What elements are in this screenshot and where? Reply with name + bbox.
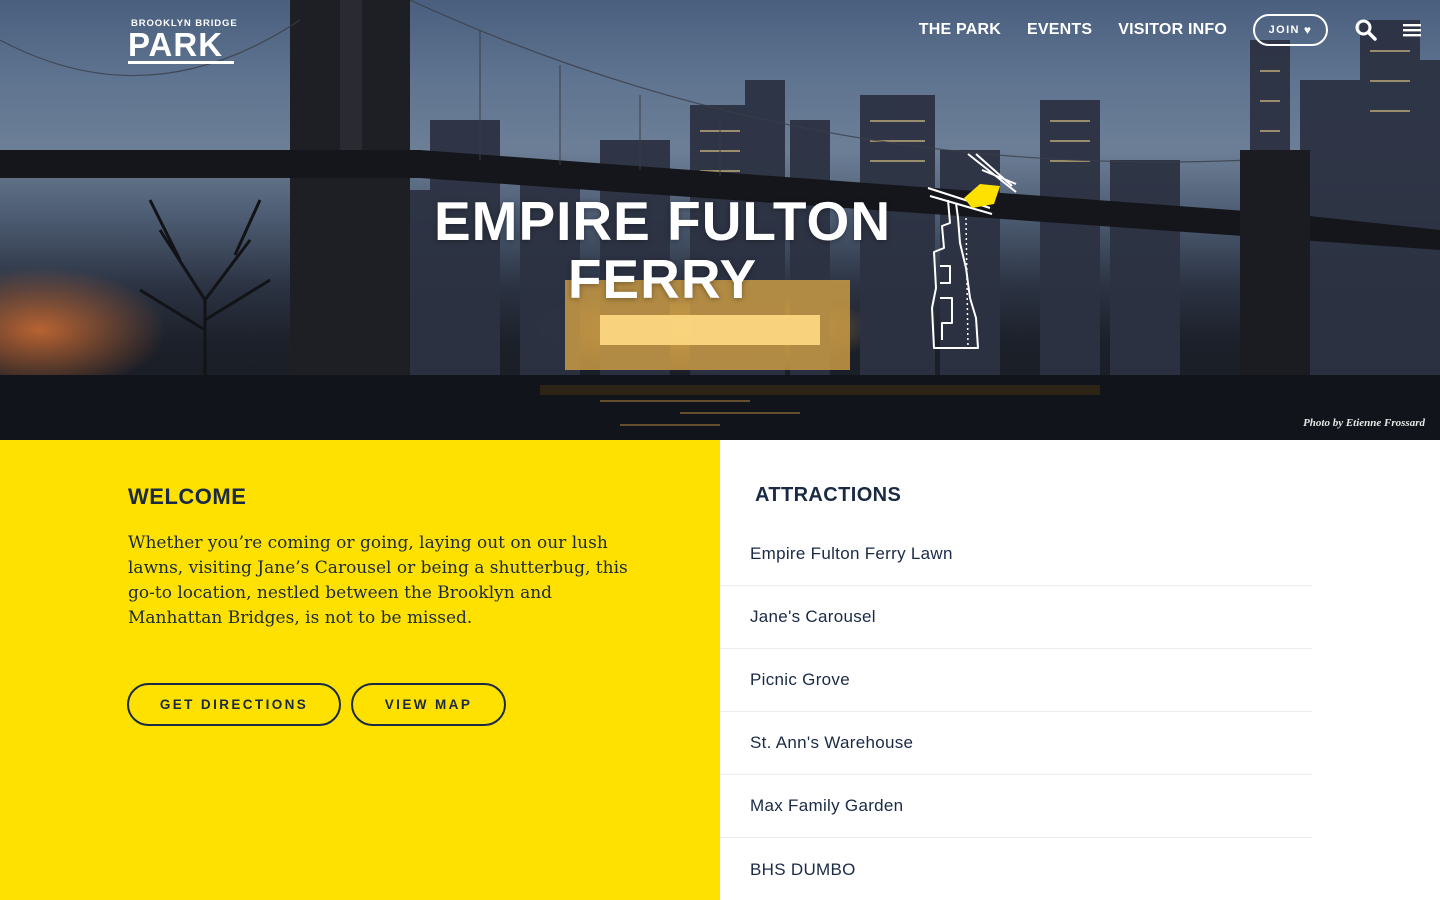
nav-the-park[interactable]: THE PARK: [919, 21, 1001, 39]
title-line-2: FERRY: [567, 248, 758, 310]
logo-title: PARK: [128, 28, 234, 64]
nav-events[interactable]: EVENTS: [1027, 21, 1092, 39]
page-title: EMPIRE FULTON FERRY: [400, 192, 925, 308]
attraction-item[interactable]: Picnic Grove: [720, 649, 1312, 712]
welcome-section: WELCOME Whether you’re coming or going, …: [0, 440, 720, 900]
attraction-item[interactable]: Max Family Garden: [720, 775, 1312, 838]
main-nav: THE PARK EVENTS VISITOR INFO JOIN ♥: [919, 14, 1424, 46]
heart-icon: ♥: [1303, 23, 1313, 37]
attraction-item[interactable]: Jane's Carousel: [720, 586, 1312, 649]
nav-visitor-info[interactable]: VISITOR INFO: [1118, 21, 1227, 39]
attractions-list: Empire Fulton Ferry Lawn Jane's Carousel…: [720, 523, 1312, 900]
welcome-body: Whether you’re coming or going, laying o…: [128, 533, 628, 628]
attraction-item[interactable]: BHS DUMBO: [720, 838, 1312, 900]
photo-credit: Photo by Etienne Frossard: [1303, 417, 1425, 429]
join-label: JOIN: [1268, 24, 1300, 36]
get-directions-button[interactable]: GET DIRECTIONS: [127, 683, 341, 726]
hero-banner: BROOKLYN BRIDGE PARK THE PARK EVENTS VIS…: [0, 0, 1440, 440]
attraction-item[interactable]: St. Ann's Warehouse: [720, 712, 1312, 775]
park-logo[interactable]: BROOKLYN BRIDGE PARK: [128, 18, 238, 64]
view-map-button[interactable]: VIEW MAP: [351, 683, 506, 726]
join-button[interactable]: JOIN ♥: [1253, 14, 1328, 46]
attraction-item[interactable]: Empire Fulton Ferry Lawn: [720, 523, 1312, 586]
attractions-section: ATTRACTIONS Empire Fulton Ferry Lawn Jan…: [720, 440, 1440, 900]
search-icon[interactable]: [1354, 18, 1378, 42]
title-line-1: EMPIRE FULTON: [433, 190, 892, 252]
welcome-heading: WELCOME: [128, 484, 247, 509]
park-location-map-icon: [927, 153, 1017, 349]
attractions-heading: ATTRACTIONS: [755, 484, 902, 506]
hamburger-menu-icon[interactable]: [1400, 18, 1424, 42]
